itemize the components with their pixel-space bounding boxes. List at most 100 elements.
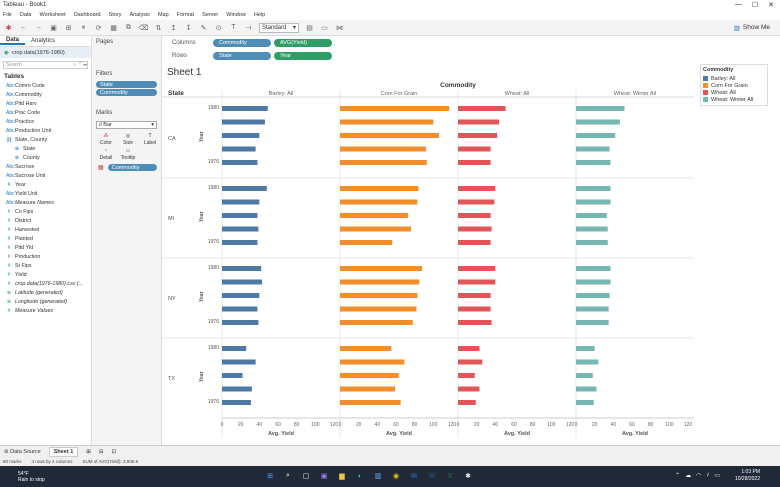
run-update-icon[interactable]: ⟳: [94, 23, 103, 32]
chevron-up-icon[interactable]: ⌃: [675, 472, 680, 479]
menu-window[interactable]: Window: [226, 12, 246, 18]
fit-select[interactable]: Standard ▾: [259, 22, 299, 33]
size-button[interactable]: ◎ Size: [118, 133, 138, 146]
sort-desc-icon[interactable]: ↧: [184, 23, 193, 32]
pause-updates-icon[interactable]: ⏸: [79, 23, 88, 32]
presentation-icon[interactable]: ▭: [320, 23, 329, 32]
volume-icon[interactable]: ♪: [706, 472, 709, 479]
tableau-logo-icon[interactable]: ✱: [4, 23, 13, 32]
label-button[interactable]: T Label: [140, 133, 160, 146]
field-item[interactable]: Abc Commodity: [0, 90, 91, 99]
filter-pill-state[interactable]: State: [96, 81, 157, 88]
field-item[interactable]: ⊕ Longitude (generated): [0, 297, 91, 306]
field-item[interactable]: Abc Sucrose: [0, 162, 91, 171]
field-item[interactable]: ⊕ State: [0, 144, 91, 153]
new-worksheet-icon[interactable]: ⊞: [86, 449, 91, 455]
show-cards-icon[interactable]: ▤: [305, 23, 314, 32]
battery-icon[interactable]: ▭: [714, 472, 720, 479]
excel-icon[interactable]: X: [444, 470, 456, 482]
menu-file[interactable]: File: [3, 12, 12, 18]
rows-shelf[interactable]: Rows State Year: [162, 50, 700, 62]
field-item[interactable]: ⊕ County: [0, 153, 91, 162]
chat-icon[interactable]: ▣: [318, 470, 330, 482]
field-item[interactable]: # Co Fips: [0, 207, 91, 216]
highlight-icon[interactable]: ✎: [199, 23, 208, 32]
legend-item[interactable]: Barley: All: [703, 75, 765, 82]
tab-data-source[interactable]: ⊚ Data Source: [4, 449, 41, 455]
mark-type-select[interactable]: ıl Bar ▾: [96, 121, 157, 129]
forward-icon[interactable]: →: [34, 23, 43, 32]
menu-format[interactable]: Format: [177, 12, 194, 18]
back-icon[interactable]: ←: [19, 23, 28, 32]
menu-analysis[interactable]: Analysis: [129, 12, 149, 18]
rows-pill-state[interactable]: State: [213, 52, 271, 60]
sort-asc-icon[interactable]: ↥: [169, 23, 178, 32]
share-icon[interactable]: ⋈: [335, 23, 344, 32]
field-item[interactable]: Abc Sucrose Unit: [0, 171, 91, 180]
tab-sheet-1[interactable]: Sheet 1: [48, 446, 79, 457]
search-input[interactable]: Search ⌕ ▽ ☰: [3, 61, 88, 69]
weather-widget[interactable]: 54°F Rain to stop: [0, 471, 45, 483]
legend-item[interactable]: Wheat: Winter All: [703, 96, 765, 103]
columns-pill-avg-yield[interactable]: AVG(Yield): [274, 39, 332, 47]
windows-start-icon[interactable]: ⊞: [264, 470, 276, 482]
field-item[interactable]: Abc Measure Names: [0, 198, 91, 207]
legend-item[interactable]: Corn For Grain: [703, 82, 765, 89]
field-item[interactable]: # Planted: [0, 234, 91, 243]
tab-data[interactable]: Data: [0, 37, 26, 45]
field-item[interactable]: Abc Pltd Harv: [0, 99, 91, 108]
swap-icon[interactable]: ⇅: [154, 23, 163, 32]
field-item[interactable]: # Year: [0, 180, 91, 189]
detail-button[interactable]: ⁘ Detail: [96, 148, 116, 161]
new-dashboard-icon[interactable]: ⊟: [99, 449, 104, 455]
store-icon[interactable]: ▥: [372, 470, 384, 482]
field-item[interactable]: # Production: [0, 252, 91, 261]
menu-help[interactable]: Help: [254, 12, 265, 18]
field-item[interactable]: # District: [0, 216, 91, 225]
filter-pill-commodity[interactable]: Commodity: [96, 89, 157, 96]
field-item[interactable]: # St Fips: [0, 261, 91, 270]
legend-item[interactable]: Wheat: All: [703, 89, 765, 96]
field-item[interactable]: ⛓ State, County: [0, 135, 91, 144]
field-item[interactable]: # Pltd Yld: [0, 243, 91, 252]
minimize-button[interactable]: —: [735, 1, 742, 9]
field-item[interactable]: # Measure Values: [0, 306, 91, 315]
field-item[interactable]: ⊕ Latitude (generated): [0, 288, 91, 297]
task-view-icon[interactable]: ▢: [300, 470, 312, 482]
tooltip-button[interactable]: ▭ Tooltip: [118, 148, 138, 161]
rows-pill-year[interactable]: Year: [274, 52, 332, 60]
field-item[interactable]: Abc Prac Code: [0, 108, 91, 117]
mail-icon[interactable]: ✉: [408, 470, 420, 482]
data-source-item[interactable]: ◉ crop.data(1976-1980): [0, 47, 91, 58]
duplicate-icon[interactable]: ⧉: [124, 23, 133, 32]
wifi-icon[interactable]: ◠: [696, 472, 701, 479]
clock[interactable]: 1:03 PM 10/28/2022: [735, 469, 760, 483]
menu-dashboard[interactable]: Dashboard: [74, 12, 101, 18]
new-story-icon[interactable]: ⊡: [112, 449, 117, 455]
save-icon[interactable]: ▣: [49, 23, 58, 32]
fix-axes-icon[interactable]: ⊣: [244, 23, 253, 32]
chart-view[interactable]: Commodity State Barley: All Corn For Grain W…: [162, 78, 700, 440]
menu-data[interactable]: Data: [20, 12, 32, 18]
chrome-icon[interactable]: ◉: [390, 470, 402, 482]
menu-server[interactable]: Server: [202, 12, 218, 18]
columns-pill-commodity[interactable]: Commodity: [213, 39, 271, 47]
columns-shelf[interactable]: Columns Commodity AVG(Yield): [162, 37, 700, 49]
field-item[interactable]: Abc Comm Code: [0, 81, 91, 90]
show-me-button[interactable]: ▥ Show Me: [734, 24, 780, 32]
word-icon[interactable]: W: [426, 470, 438, 482]
clear-icon[interactable]: ⌫: [139, 23, 149, 32]
tab-analytics[interactable]: Analytics: [25, 38, 61, 44]
field-item[interactable]: # Yield: [0, 270, 91, 279]
group-icon[interactable]: ⊙: [214, 23, 223, 32]
menu-worksheet[interactable]: Worksheet: [40, 12, 66, 18]
field-item[interactable]: # crop.data(1976-1980).csv (...: [0, 279, 91, 288]
cloud-icon[interactable]: ☁: [685, 472, 691, 479]
labels-icon[interactable]: T: [229, 23, 238, 32]
menu-story[interactable]: Story: [109, 12, 122, 18]
search-icon[interactable]: ⌕: [282, 470, 294, 482]
maximize-button[interactable]: ☐: [752, 1, 758, 9]
file-explorer-icon[interactable]: ▆: [336, 470, 348, 482]
new-data-source-icon[interactable]: ⊞: [64, 23, 73, 32]
close-button[interactable]: ✕: [768, 1, 774, 9]
